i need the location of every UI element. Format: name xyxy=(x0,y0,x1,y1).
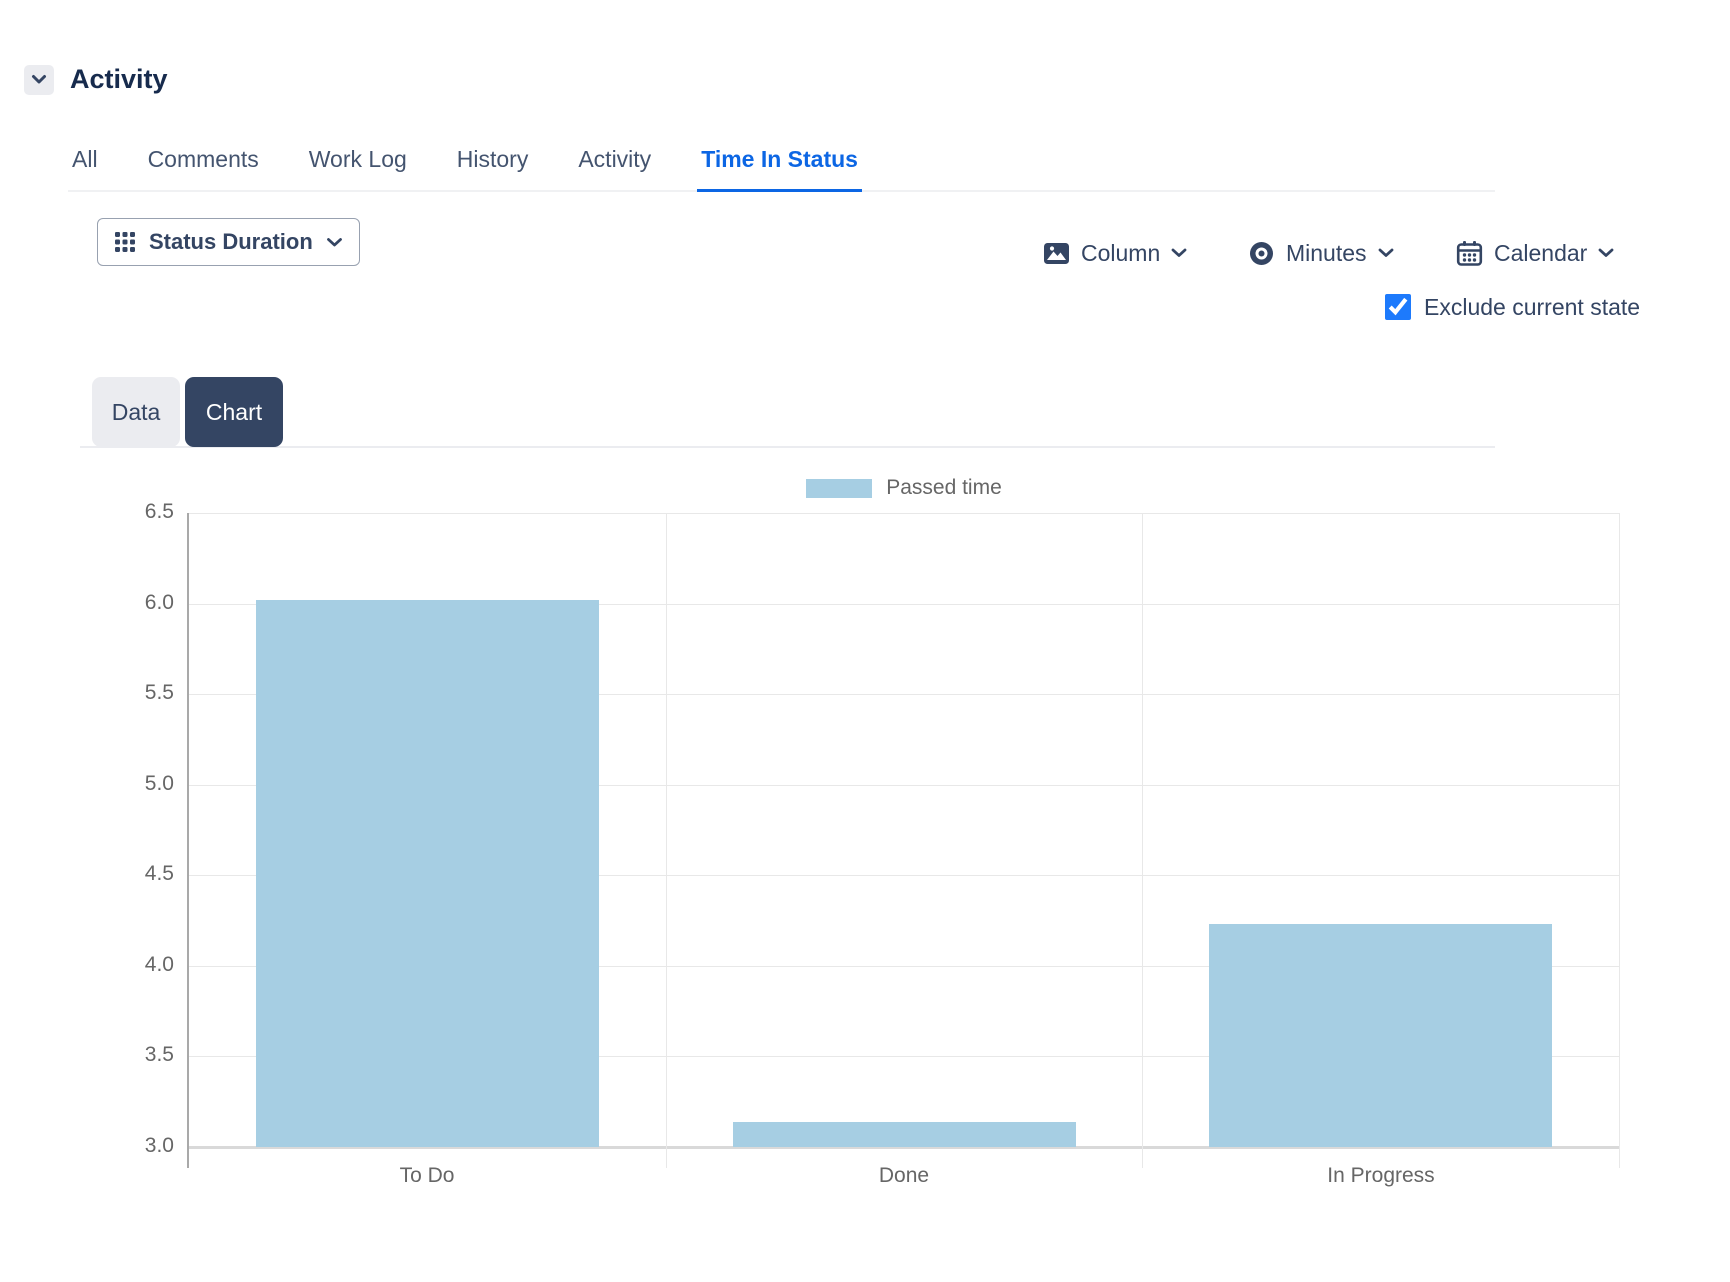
y-axis-tick-label: 3.0 xyxy=(94,1134,174,1158)
y-axis-tick-label: 5.0 xyxy=(94,772,174,796)
x-axis-category-label: In Progress xyxy=(1231,1164,1531,1188)
bar-chart: 6.5 6.0 5.5 5.0 4.5 4.0 3.5 3.0 To Do Done In Prog… xyxy=(0,0,1730,1282)
y-axis-tick-label: 3.5 xyxy=(94,1043,174,1067)
y-axis-tick-label: 4.5 xyxy=(94,862,174,886)
tab-chart-view[interactable]: Chart xyxy=(185,377,283,447)
chevron-down-icon xyxy=(1378,248,1394,258)
chart-type-dropdown[interactable]: Column xyxy=(1043,236,1187,270)
unit-label: Minutes xyxy=(1286,240,1367,267)
exclude-current-state-row: Exclude current state xyxy=(1385,292,1640,322)
bar-done[interactable] xyxy=(733,1122,1076,1147)
activity-tab-bar: All Comments Work Log History Activity T… xyxy=(68,146,1495,192)
tab-history[interactable]: History xyxy=(453,146,533,192)
chevron-down-icon xyxy=(1171,248,1187,258)
y-gridline xyxy=(189,513,1619,514)
x-axis-category-label: To Do xyxy=(277,1164,577,1188)
exclude-current-state-label: Exclude current state xyxy=(1424,294,1640,321)
calendar-dropdown[interactable]: Calendar xyxy=(1456,236,1614,270)
chart-legend[interactable]: Passed time xyxy=(189,476,1619,500)
bar-to-do[interactable] xyxy=(256,600,599,1147)
calendar-label: Calendar xyxy=(1494,240,1587,267)
view-tabs-divider xyxy=(80,446,1495,448)
y-axis-tick-label: 4.0 xyxy=(94,953,174,977)
chart-type-label: Column xyxy=(1081,240,1160,267)
legend-swatch xyxy=(806,479,872,498)
status-duration-label: Status Duration xyxy=(149,229,313,255)
exclude-current-state-checkbox[interactable] xyxy=(1385,294,1411,320)
unit-dropdown[interactable]: Minutes xyxy=(1248,236,1394,270)
y-axis-line xyxy=(187,513,189,1168)
time-in-status-panel: Activity All Comments Work Log History A… xyxy=(0,0,1730,1282)
calendar-icon xyxy=(1456,240,1483,267)
legend-label: Passed time xyxy=(886,476,1002,500)
tab-time-in-status[interactable]: Time In Status xyxy=(697,146,862,192)
chevron-down-icon xyxy=(326,237,343,248)
v-gridline xyxy=(666,513,667,1168)
bar-in-progress[interactable] xyxy=(1209,924,1552,1147)
collapse-activity-button[interactable] xyxy=(24,65,54,95)
y-axis-tick-label: 6.0 xyxy=(94,591,174,615)
activity-header: Activity xyxy=(24,64,168,95)
v-gridline xyxy=(1619,513,1620,1168)
tab-all[interactable]: All xyxy=(68,146,102,192)
v-gridline xyxy=(1142,513,1143,1168)
page-title: Activity xyxy=(70,64,168,95)
tab-data-view[interactable]: Data xyxy=(92,377,180,447)
y-axis-tick-label: 6.5 xyxy=(94,500,174,524)
tab-work-log[interactable]: Work Log xyxy=(305,146,411,192)
tab-comments[interactable]: Comments xyxy=(144,146,263,192)
image-icon xyxy=(1043,242,1070,265)
x-axis-category-label: Done xyxy=(754,1164,1054,1188)
chevron-down-icon xyxy=(1598,248,1614,258)
eye-icon xyxy=(1248,240,1275,267)
y-axis-tick-label: 5.5 xyxy=(94,681,174,705)
tab-activity[interactable]: Activity xyxy=(574,146,655,192)
chevron-down-icon xyxy=(31,74,47,85)
status-duration-dropdown[interactable]: Status Duration xyxy=(97,218,360,266)
grid-icon xyxy=(114,231,136,253)
